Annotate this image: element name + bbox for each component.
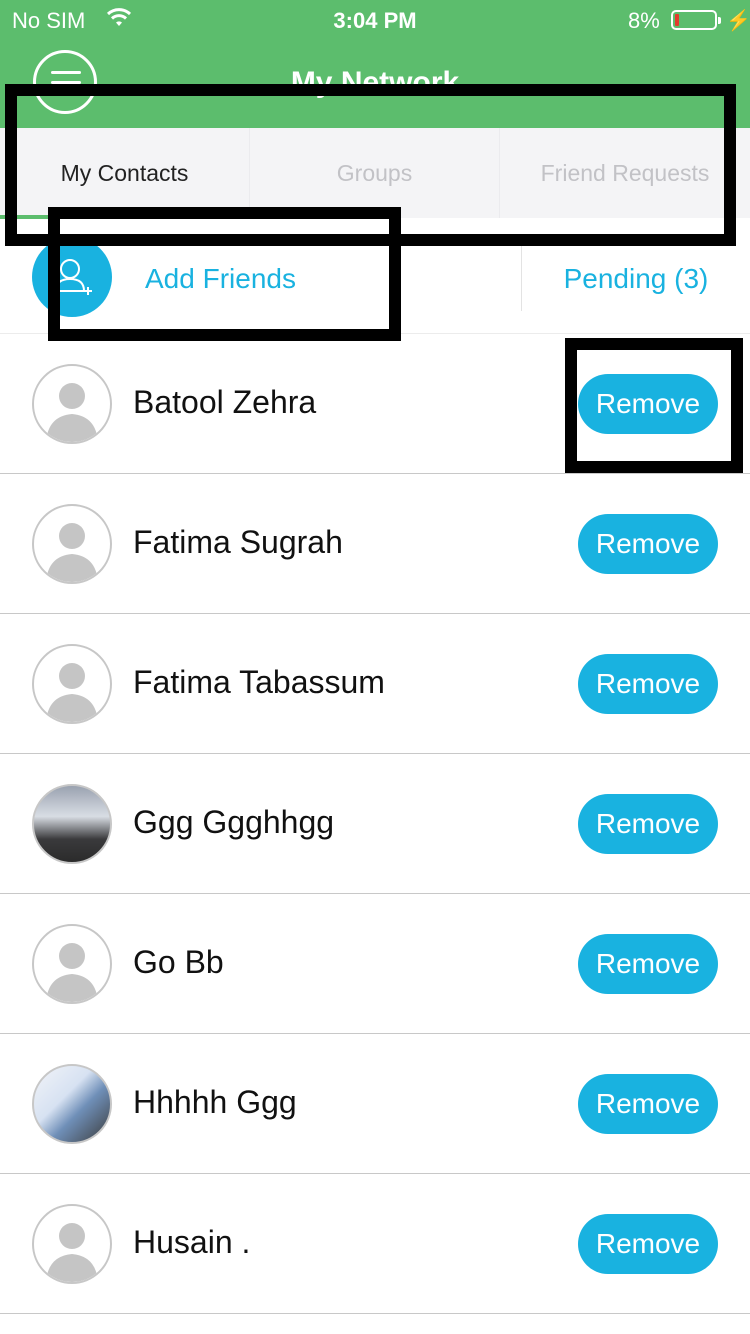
charging-icon: ⚡ <box>726 10 750 32</box>
contact-name: Hhhhh Ggg <box>133 1084 297 1120</box>
avatar <box>32 504 112 584</box>
contact-name: Fatima Sugrah <box>133 524 343 560</box>
battery-icon <box>671 10 721 30</box>
status-bar: No SIM 3:04 PM 8% ⚡ <box>0 0 750 40</box>
contact-name: Batool Zehra <box>133 384 317 420</box>
avatar <box>32 924 112 1004</box>
contact-name: Husain . <box>133 1224 251 1260</box>
avatar <box>32 1064 112 1144</box>
pending-button[interactable]: Pending (3) <box>522 263 750 295</box>
remove-button[interactable]: Remove <box>578 654 718 714</box>
annotation-box <box>565 338 743 473</box>
remove-button[interactable]: Remove <box>578 514 718 574</box>
contact-row: Husain . Remove <box>0 1174 750 1314</box>
battery-percent: 8% <box>628 8 660 33</box>
annotation-box <box>48 207 401 341</box>
contact-row: Fatima Sugrah Remove <box>0 474 750 614</box>
avatar <box>32 784 112 864</box>
contact-row: Go Bb Remove <box>0 894 750 1034</box>
avatar <box>32 364 112 444</box>
avatar <box>32 644 112 724</box>
contact-name: Ggg Ggghhgg <box>133 804 335 840</box>
contact-name: Go Bb <box>133 944 224 980</box>
contact-row: Ggg Ggghhgg Remove <box>0 754 750 894</box>
remove-button[interactable]: Remove <box>578 934 718 994</box>
contact-name: Fatima Tabassum <box>133 664 385 700</box>
remove-button[interactable]: Remove <box>578 1074 718 1134</box>
contact-row: Fatima Tabassum Remove <box>0 614 750 754</box>
remove-button[interactable]: Remove <box>578 794 718 854</box>
remove-button[interactable]: Remove <box>578 1214 718 1274</box>
contact-row: Hhhhh Ggg Remove <box>0 1034 750 1174</box>
avatar <box>32 1204 112 1284</box>
